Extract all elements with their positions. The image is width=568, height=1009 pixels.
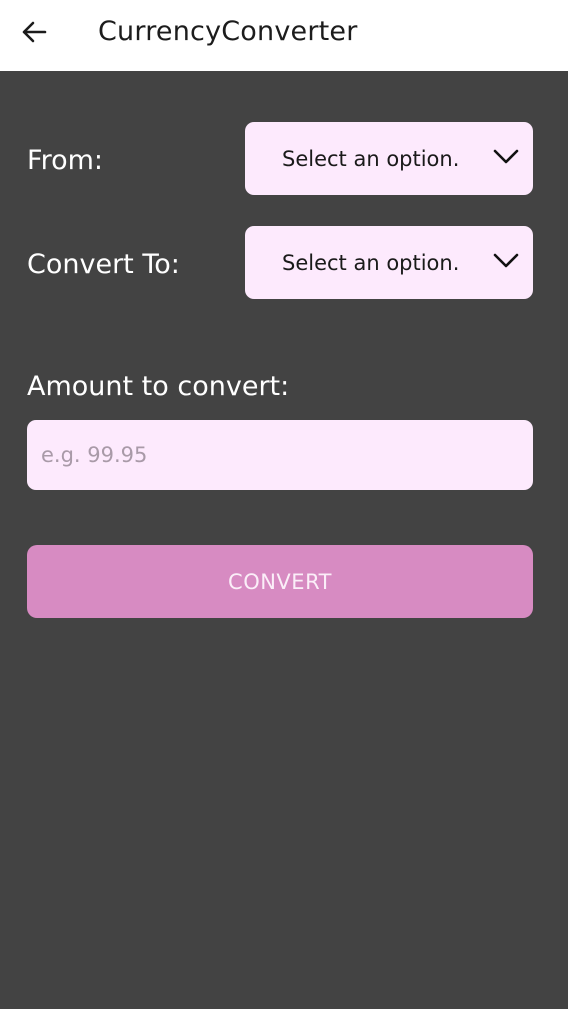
chevron-down-icon: [493, 149, 519, 164]
convert-to-label: Convert To:: [27, 249, 180, 280]
arrow-left-icon: [22, 21, 47, 43]
from-label: From:: [27, 145, 103, 176]
amount-label: Amount to convert:: [27, 371, 290, 402]
convert-button[interactable]: CONVERT: [27, 545, 533, 618]
back-button[interactable]: [14, 14, 54, 50]
app-bar: CurrencyConverter: [0, 0, 568, 71]
app-title: CurrencyConverter: [98, 16, 358, 47]
to-currency-select[interactable]: Select an option.: [245, 226, 533, 299]
amount-input[interactable]: [27, 420, 533, 490]
from-select-value: Select an option.: [282, 147, 460, 171]
to-select-value: Select an option.: [282, 251, 460, 275]
from-currency-select[interactable]: Select an option.: [245, 122, 533, 195]
chevron-down-icon: [493, 253, 519, 268]
